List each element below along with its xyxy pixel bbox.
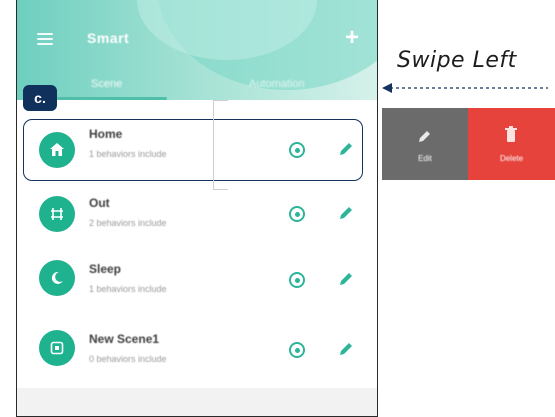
pencil-icon[interactable] — [337, 204, 355, 222]
swipe-bracket — [213, 100, 228, 190]
add-icon[interactable]: + — [345, 26, 359, 50]
swipe-instruction: Swipe Left — [397, 48, 517, 73]
step-badge: c. — [23, 85, 57, 111]
scene-subtitle: 1 behaviors include — [89, 149, 167, 159]
left-arrow-icon — [382, 83, 548, 93]
play-icon[interactable] — [289, 342, 305, 358]
scene-name: Out — [89, 196, 110, 210]
play-icon[interactable] — [289, 206, 305, 222]
tab-scene[interactable]: Scene — [91, 78, 122, 90]
app-header: Smart + Scene Automation — [17, 0, 377, 100]
scene-subtitle: 2 behaviors include — [89, 218, 167, 228]
house-icon — [39, 132, 75, 168]
scene-item-home[interactable]: Home 1 behaviors include — [17, 119, 377, 183]
tab-automation[interactable]: Automation — [249, 78, 305, 90]
swipe-delete-action[interactable]: Delete — [468, 108, 555, 180]
bottom-bar — [17, 388, 377, 416]
app-title: Smart — [87, 30, 130, 46]
scene-subtitle: 0 behaviors include — [89, 354, 167, 364]
scene-name: Sleep — [89, 262, 122, 276]
swipe-edit-action[interactable]: Edit — [382, 108, 468, 180]
frame-icon — [39, 330, 75, 366]
pencil-icon[interactable] — [337, 140, 355, 158]
pencil-icon[interactable] — [337, 270, 355, 288]
scene-item-sleep[interactable]: Sleep 1 behaviors include — [17, 248, 377, 312]
active-tab-indicator — [57, 97, 167, 100]
scene-subtitle: 1 behaviors include — [89, 284, 167, 294]
phone-screen: Smart + Scene Automation Home 1 behavior… — [16, 0, 378, 417]
edit-label: Edit — [418, 154, 432, 163]
delete-label: Delete — [499, 154, 524, 163]
pencil-icon[interactable] — [337, 340, 355, 358]
grid-icon — [39, 196, 75, 232]
trash-icon — [505, 126, 517, 142]
play-icon[interactable] — [289, 272, 305, 288]
scene-item-new-scene1[interactable]: New Scene1 0 behaviors include — [17, 318, 377, 382]
menu-icon[interactable] — [37, 33, 53, 45]
play-icon[interactable] — [289, 142, 305, 158]
moon-icon — [39, 260, 75, 296]
pencil-icon — [419, 131, 430, 142]
scene-name: Home — [89, 127, 123, 141]
scene-name: New Scene1 — [89, 332, 160, 346]
scene-item-out[interactable]: Out 2 behaviors include — [17, 182, 377, 246]
